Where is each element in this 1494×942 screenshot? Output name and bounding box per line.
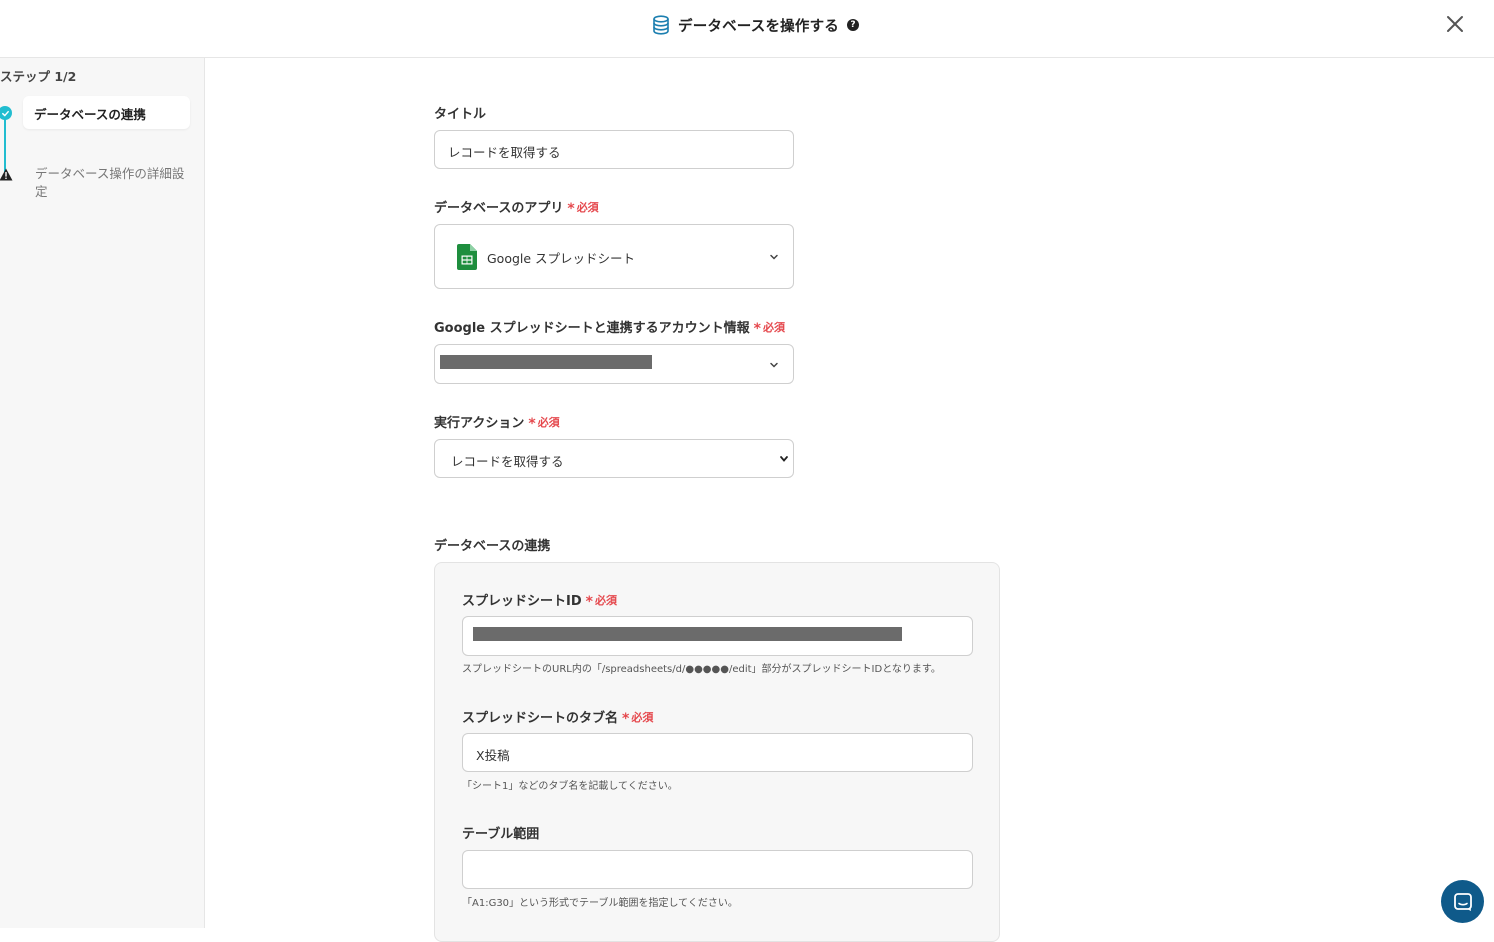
required-badge: * 必須 — [585, 593, 617, 610]
app-select-value: Google スプレッドシート — [487, 251, 636, 266]
step-counter: ステップ 1/2 — [0, 69, 77, 84]
tab-name-input-value: X投稿 — [476, 748, 510, 763]
spreadsheet-id-hint: スプレッドシートのURL内の「/spreadsheets/d/●●●●●/edi… — [462, 664, 941, 675]
app-label: データベースのアプリ * 必須 — [434, 197, 599, 217]
spreadsheet-id-label-text: スプレッドシートID — [462, 594, 582, 609]
chat-icon — [1453, 892, 1472, 911]
tab-name-hint: 「シート1」などのタブ名を記載してください。 — [462, 781, 678, 792]
sidebar-step-operation-details[interactable]: データベース操作の詳細設定 — [35, 165, 185, 201]
required-badge: * 必須 — [528, 415, 560, 432]
header-title-group: データベースを操作する ? — [652, 13, 859, 37]
warning-icon — [0, 168, 13, 181]
required-badge: * 必須 — [567, 200, 599, 217]
required-badge: * 必須 — [622, 710, 654, 727]
app-label-text: データベースのアプリ — [434, 201, 564, 216]
check-icon — [0, 106, 12, 120]
action-label: 実行アクション * 必須 — [434, 412, 560, 432]
database-icon — [653, 15, 669, 35]
redacted-account — [440, 355, 652, 369]
spreadsheet-id-label: スプレッドシートID * 必須 — [462, 590, 617, 610]
chevron-down-icon — [780, 456, 788, 462]
close-button[interactable] — [1443, 12, 1467, 36]
sidebar-step-label: データベースの連携 — [34, 107, 146, 122]
close-icon — [1447, 16, 1463, 32]
help-icon[interactable]: ? — [846, 19, 859, 31]
title-input[interactable]: レコードを取得する — [434, 130, 794, 169]
step-sidebar: ステップ 1/2 データベースの連携 データベース操作の詳細設定 — [0, 58, 205, 928]
table-range-label: テーブル範囲 — [462, 823, 539, 842]
step-progress-line — [4, 114, 6, 176]
action-select-value: レコードを取得する — [451, 454, 564, 469]
account-select[interactable] — [434, 344, 794, 384]
sidebar-step-database-link[interactable]: データベースの連携 — [23, 96, 190, 129]
database-link-panel: スプレッドシートID * 必須 スプレッドシートのURL内の「/spreadshe… — [434, 562, 1000, 942]
tab-name-label: スプレッドシートのタブ名 * 必須 — [462, 707, 654, 727]
action-select[interactable]: レコードを取得する — [434, 439, 794, 478]
required-badge: * 必須 — [753, 320, 785, 337]
tab-name-input[interactable]: X投稿 — [462, 733, 973, 772]
section-heading: データベースの連携 — [434, 535, 550, 554]
title-input-value: レコードを取得する — [448, 145, 561, 160]
title-label-text: タイトル — [434, 107, 487, 122]
app-select[interactable]: Google スプレッドシート — [434, 224, 794, 289]
google-sheets-icon — [457, 244, 477, 270]
table-range-label-text: テーブル範囲 — [462, 827, 540, 842]
action-label-text: 実行アクション — [434, 416, 525, 431]
modal-header: データベースを操作する ? — [0, 0, 1494, 58]
redacted-spreadsheet-id — [473, 627, 902, 641]
account-label-text: Google スプレッドシートと連携するアカウント情報 — [434, 321, 750, 336]
title-label: タイトル — [434, 103, 486, 122]
spreadsheet-id-input[interactable] — [462, 616, 973, 656]
chevron-down-icon — [770, 254, 778, 260]
section-heading-text: データベースの連携 — [434, 539, 551, 554]
table-range-input[interactable] — [462, 850, 973, 889]
chevron-down-icon — [770, 362, 778, 368]
page-title: データベースを操作する — [678, 18, 839, 35]
table-range-hint: 「A1:G30」という形式でテーブル範囲を指定してください。 — [462, 898, 738, 909]
tab-name-label-text: スプレッドシートのタブ名 — [462, 711, 619, 726]
chat-launcher-button[interactable] — [1441, 880, 1484, 923]
account-label: Google スプレッドシートと連携するアカウント情報 * 必須 — [434, 317, 785, 337]
